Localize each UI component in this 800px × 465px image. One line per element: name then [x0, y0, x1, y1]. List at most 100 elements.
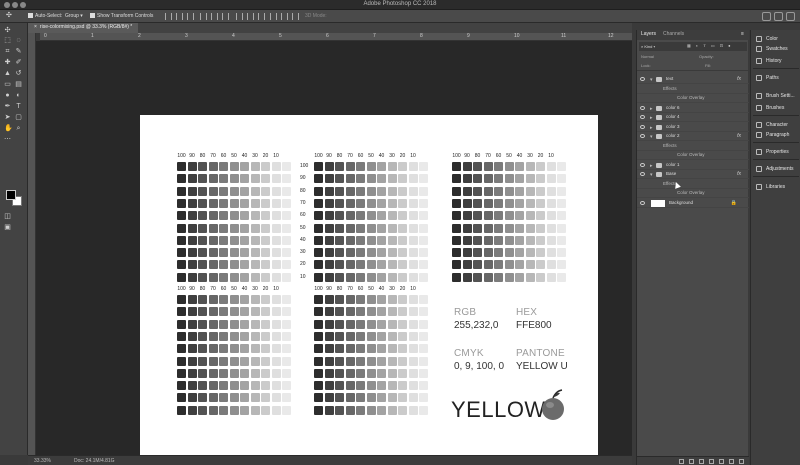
dock-item[interactable]: Adjustments	[753, 164, 800, 174]
visibility-eye-icon[interactable]	[640, 105, 645, 110]
layer-row[interactable]: Effects	[637, 180, 749, 189]
fx-badge[interactable]: fx	[737, 171, 741, 177]
layer-row[interactable]: ▸ color 3	[637, 123, 749, 132]
search-icon[interactable]	[762, 12, 771, 21]
zoom-tool-icon[interactable]: ⌕	[15, 125, 22, 132]
screen-mode-icon[interactable]: ▣	[4, 224, 11, 231]
blend-mode-select[interactable]: Normal	[641, 54, 654, 59]
share-icon[interactable]	[786, 12, 795, 21]
layer-row[interactable]: ▾ Base fx	[637, 170, 749, 179]
brush-tool-icon[interactable]: ✐	[15, 59, 22, 66]
expand-triangle-icon[interactable]: ▸	[650, 163, 653, 169]
dock-item[interactable]: Color	[753, 34, 800, 44]
dock-item[interactable]: Paths	[753, 73, 800, 83]
expand-triangle-icon[interactable]: ▸	[650, 115, 653, 121]
align-hcenter-icon[interactable]	[211, 13, 218, 20]
gradient-tool-icon[interactable]: ▤	[15, 81, 22, 88]
add-style-icon[interactable]	[689, 459, 694, 464]
healing-brush-icon[interactable]: ✚	[4, 59, 11, 66]
align-top-icon[interactable]	[165, 13, 172, 20]
pen-tool-icon[interactable]: ✒	[4, 103, 11, 110]
expand-triangle-icon[interactable]: ▾	[650, 134, 653, 140]
hand-tool-icon[interactable]: ✋	[4, 125, 13, 132]
link-layers-icon[interactable]	[679, 459, 684, 464]
tab-channels[interactable]: Channels	[663, 31, 684, 37]
fx-badge[interactable]: fx	[737, 133, 741, 139]
layer-row[interactable]: Color Overlay	[637, 94, 749, 103]
workspace-icon[interactable]	[774, 12, 783, 21]
layer-row[interactable]: ▾ color 2 fx	[637, 132, 749, 141]
move-tool-icon[interactable]: ✣	[6, 11, 12, 19]
path-selection-icon[interactable]: ➤	[4, 114, 11, 121]
move-tool-icon[interactable]: ✣	[4, 27, 11, 34]
crop-tool-icon[interactable]: ⌗	[4, 48, 11, 55]
expand-triangle-icon[interactable]: ▾	[650, 77, 653, 83]
fx-badge[interactable]: fx	[737, 76, 741, 82]
dock-item[interactable]: Libraries	[753, 182, 800, 192]
dock-item[interactable]: Swatches	[753, 44, 800, 54]
visibility-eye-icon[interactable]	[640, 124, 645, 129]
visibility-eye-icon[interactable]	[640, 200, 645, 205]
dock-item[interactable]: Properties	[753, 147, 800, 157]
adjustment-layer-icon[interactable]	[709, 459, 714, 464]
dock-item[interactable]: History	[753, 56, 800, 66]
type-tool-icon[interactable]: T	[15, 103, 22, 110]
align-vcenter-icon[interactable]	[176, 13, 183, 20]
align-left-icon[interactable]	[200, 13, 207, 20]
distribute-bottom-icon[interactable]	[258, 13, 265, 20]
eyedropper-tool-icon[interactable]: ✎	[15, 48, 22, 55]
history-brush-icon[interactable]: ↺	[15, 70, 22, 77]
auto-select-dropdown[interactable]: Group ▾	[65, 13, 83, 19]
blur-tool-icon[interactable]: ●	[4, 92, 11, 99]
show-transform-checkbox[interactable]: Show Transform Controls	[90, 13, 153, 19]
expand-triangle-icon[interactable]: ▸	[650, 125, 653, 131]
shape-tool-icon[interactable]: ▢	[15, 114, 22, 121]
layer-row[interactable]: ▸ color 4	[637, 113, 749, 122]
lasso-tool-icon[interactable]: ◌	[15, 37, 22, 44]
foreground-color-swatch[interactable]	[6, 190, 16, 200]
zoom-level[interactable]: 33.33%	[34, 458, 51, 464]
add-mask-icon[interactable]	[699, 459, 704, 464]
expand-triangle-icon[interactable]: ▸	[650, 106, 653, 112]
dock-item[interactable]: Brushes	[753, 103, 800, 113]
distribute-left-icon[interactable]	[270, 13, 277, 20]
close-tab-icon[interactable]: ×	[34, 24, 37, 30]
layer-row[interactable]: ▸ color 6	[637, 104, 749, 113]
layer-row[interactable]: Effects	[637, 85, 749, 94]
document-tab[interactable]: × rise-colormixing.psd @ 33.3% (RGB/8#) *	[28, 23, 139, 33]
canvas-area[interactable]: RGB 255,232,0 HEX FFE800 CMYK 0, 9, 100,…	[36, 41, 632, 465]
layer-row[interactable]: ▾ text fx	[637, 75, 749, 84]
marquee-tool-icon[interactable]: ⬚	[4, 37, 11, 44]
align-bottom-icon[interactable]	[187, 13, 194, 20]
new-group-icon[interactable]	[719, 459, 724, 464]
distribute-vcenter-icon[interactable]	[247, 13, 254, 20]
layer-row[interactable]: Effects	[637, 142, 749, 151]
layer-filter-row[interactable]: ⌕ Kind ▾ ▦ ◐ T ▭ ⊡ ●	[639, 42, 747, 51]
visibility-eye-icon[interactable]	[640, 77, 645, 81]
dock-item[interactable]: Character	[753, 120, 800, 130]
tab-layers[interactable]: Layers	[641, 31, 656, 37]
eraser-tool-icon[interactable]: ▭	[4, 81, 11, 88]
delete-layer-icon[interactable]	[739, 459, 744, 464]
dodge-tool-icon[interactable]: ◐	[15, 92, 22, 99]
document-canvas[interactable]: RGB 255,232,0 HEX FFE800 CMYK 0, 9, 100,…	[140, 115, 598, 465]
visibility-eye-icon[interactable]	[640, 115, 645, 119]
visibility-eye-icon[interactable]	[640, 162, 645, 167]
filter-icons[interactable]: ▦ ◐ T ▭ ⊡ ●	[687, 43, 733, 48]
layer-row[interactable]: 🔒 Background	[637, 199, 749, 208]
dock-item[interactable]: Brush Setti...	[753, 91, 800, 101]
layer-row[interactable]: ▸ color 1	[637, 161, 749, 170]
panel-menu-icon[interactable]: ≡	[741, 31, 744, 37]
align-right-icon[interactable]	[222, 13, 229, 20]
kind-filter[interactable]: ⌕ Kind ▾	[641, 44, 655, 49]
edit-toolbar-icon[interactable]: ⋯	[4, 136, 11, 143]
layer-row[interactable]: Color Overlay	[637, 151, 749, 160]
distribute-hcenter-icon[interactable]	[281, 13, 288, 20]
visibility-eye-icon[interactable]	[640, 172, 645, 176]
visibility-eye-icon[interactable]	[640, 134, 645, 138]
auto-select-checkbox[interactable]: Auto-Select:	[28, 13, 62, 19]
expand-triangle-icon[interactable]: ▾	[650, 172, 653, 178]
quick-mask-icon[interactable]: ◫	[4, 213, 11, 220]
distribute-top-icon[interactable]	[236, 13, 243, 20]
dock-item[interactable]: Paragraph	[753, 130, 800, 140]
